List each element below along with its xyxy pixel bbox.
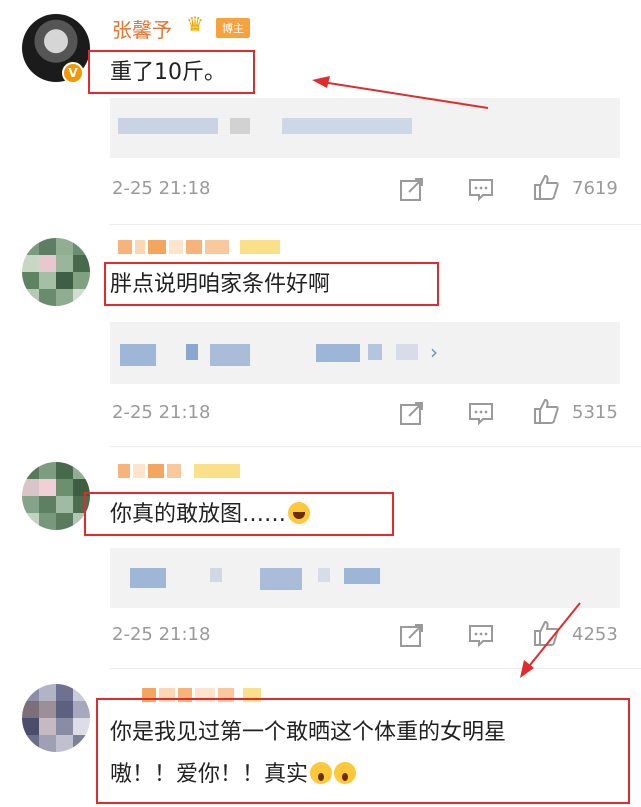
annotation-arrows bbox=[312, 76, 581, 678]
